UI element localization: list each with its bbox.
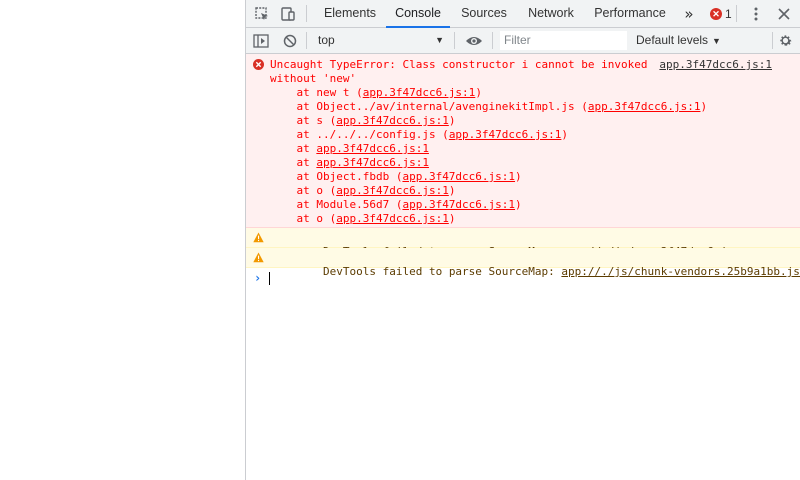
- text-cursor: [269, 272, 270, 285]
- stack-frame-suffix: ): [475, 86, 482, 99]
- warning-icon: [253, 252, 264, 263]
- tab-elements[interactable]: Elements: [318, 0, 382, 27]
- sidebar-toggle-icon[interactable]: [249, 28, 273, 53]
- stack-frame: at o (app.3f47dcc6.js:1): [270, 184, 455, 198]
- kebab-menu-icon[interactable]: [744, 0, 768, 27]
- stack-frame-suffix: ): [448, 114, 456, 127]
- stack-frame: at Module.56d7 (app.3f47dcc6.js:1): [270, 198, 522, 212]
- stack-frame-link[interactable]: app.3f47dcc6.js:1: [449, 128, 562, 141]
- stack-frame-suffix: ): [515, 170, 522, 183]
- console-warning-message: DevTools failed to parse SourceMap: app:…: [246, 228, 800, 258]
- tab-performance[interactable]: Performance: [592, 0, 668, 27]
- stack-frame-link[interactable]: app.3f47dcc6.js:1: [402, 198, 515, 211]
- devtools-tabbar: Elements Console Sources Network Perform…: [246, 0, 800, 28]
- stack-frame-function: at new t (: [270, 86, 363, 99]
- stack-frame: at Object../av/internal/avenginekitImpl.…: [270, 100, 707, 114]
- stack-frame-suffix: ): [700, 100, 708, 113]
- stack-frame-function: at s (: [270, 114, 337, 127]
- stack-frame-function: at Object../av/internal/avenginekitImpl.…: [270, 100, 588, 113]
- context-value: top: [318, 33, 335, 47]
- log-levels-label: Default levels: [636, 33, 709, 47]
- tab-network[interactable]: Network: [520, 0, 582, 27]
- filter-input[interactable]: Filter: [500, 31, 627, 50]
- stack-frame-function: at: [270, 156, 317, 169]
- tabbar-divider: [306, 5, 307, 22]
- stack-frame: at app.3f47dcc6.js:1: [270, 156, 429, 170]
- inspect-element-icon[interactable]: [250, 0, 274, 27]
- stack-frame-suffix: ): [448, 184, 456, 197]
- close-icon[interactable]: [772, 0, 796, 27]
- stack-frame-link[interactable]: app.3f47dcc6.js:1: [588, 100, 701, 113]
- stack-frame-function: at ../../../config.js (: [270, 128, 449, 141]
- stack-frame-function: at: [270, 142, 317, 155]
- error-icon: [253, 59, 264, 70]
- stack-frame-suffix: ): [448, 212, 456, 225]
- stack-frame-link[interactable]: app.3f47dcc6.js:1: [316, 156, 429, 169]
- tab-console[interactable]: Console: [386, 0, 450, 28]
- error-count: 1: [725, 6, 732, 21]
- prompt-chevron-icon: ›: [254, 271, 262, 285]
- stack-frame-link[interactable]: app.3f47dcc6.js:1: [336, 114, 449, 127]
- stack-frame: at app.3f47dcc6.js:1: [270, 142, 429, 156]
- error-message-line: Uncaught TypeError: Class constructor i …: [270, 58, 648, 71]
- error-source-link[interactable]: app.3f47dcc6.js:1: [659, 58, 772, 72]
- log-levels-dropdown[interactable]: Default levels ▼: [636, 28, 721, 53]
- stack-frame-link[interactable]: app.3f47dcc6.js:1: [316, 142, 429, 155]
- clear-console-icon[interactable]: [278, 28, 302, 53]
- devtools-panel: Elements Console Sources Network Perform…: [246, 0, 800, 480]
- tab-sources[interactable]: Sources: [454, 0, 514, 27]
- stack-frame-function: at o (: [270, 212, 337, 225]
- chevron-down-icon: ▼: [435, 35, 444, 45]
- inspected-page-area: [0, 0, 246, 480]
- stack-frame-link[interactable]: app.3f47dcc6.js:1: [402, 170, 515, 183]
- error-badge-icon: ✕: [710, 7, 722, 20]
- stack-frame: at ../../../config.js (app.3f47dcc6.js:1…: [270, 128, 568, 142]
- console-output[interactable]: Uncaught TypeError: Class constructor i …: [246, 54, 800, 480]
- warning-text: DevTools failed to parse SourceMap: app:…: [270, 251, 800, 278]
- stack-frame: at new t (app.3f47dcc6.js:1): [270, 86, 482, 100]
- filter-placeholder: Filter: [504, 33, 531, 47]
- device-toolbar-icon[interactable]: [276, 0, 300, 27]
- warning-icon: [253, 232, 264, 243]
- toolbar-divider: [492, 32, 493, 49]
- chevron-down-icon: ▼: [712, 36, 721, 46]
- stack-frame: at s (app.3f47dcc6.js:1): [270, 114, 455, 128]
- eye-icon[interactable]: [462, 28, 486, 53]
- stack-frame-suffix: ): [561, 128, 569, 141]
- settings-gear-icon[interactable]: [773, 28, 797, 53]
- console-prompt[interactable]: ›: [246, 268, 800, 288]
- stack-frame-link[interactable]: app.3f47dcc6.js:1: [336, 212, 449, 225]
- stack-frame-link[interactable]: app.3f47dcc6.js:1: [363, 86, 476, 99]
- context-selector[interactable]: top ▼: [312, 28, 448, 53]
- more-tabs-icon[interactable]: »: [677, 0, 701, 27]
- console-toolbar: top ▼ Filter Default levels ▼: [246, 28, 800, 54]
- error-message-line: without 'new': [270, 72, 357, 85]
- stack-frame-suffix: ): [515, 198, 522, 211]
- stack-frame-link[interactable]: app.3f47dcc6.js:1: [336, 184, 449, 197]
- tabbar-divider: [736, 5, 737, 22]
- stack-frame-function: at o (: [270, 184, 337, 197]
- toolbar-divider: [306, 32, 307, 49]
- stack-frame-function: at Object.fbdb (: [270, 170, 403, 183]
- console-warning-message: DevTools failed to parse SourceMap: app:…: [246, 248, 800, 278]
- toolbar-divider: [454, 32, 455, 49]
- stack-frame: at Object.fbdb (app.3f47dcc6.js:1): [270, 170, 522, 184]
- stack-frame-function: at Module.56d7 (: [270, 198, 403, 211]
- warning-text: DevTools failed to parse SourceMap: app:…: [270, 231, 760, 258]
- stack-frame: at o (app.3f47dcc6.js:1): [270, 212, 455, 226]
- console-error-message: Uncaught TypeError: Class constructor i …: [246, 54, 800, 228]
- error-counter[interactable]: ✕ 1: [710, 0, 732, 27]
